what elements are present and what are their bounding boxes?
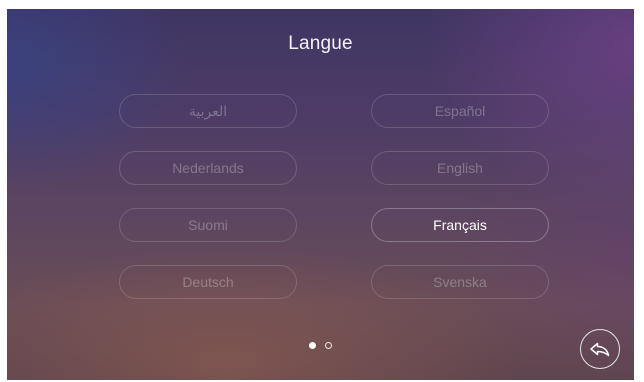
language-option-english[interactable]: English [371,151,549,185]
page-dot-2[interactable] [325,342,332,349]
language-option-arabic[interactable]: العربية [119,94,297,128]
device-frame: Langue العربية Español Nederlands Englis… [0,0,644,382]
page-dot-1[interactable] [309,342,316,349]
language-option-dutch[interactable]: Nederlands [119,151,297,185]
page-title: Langue [288,33,353,54]
language-option-finnish[interactable]: Suomi [119,208,297,242]
language-option-german[interactable]: Deutsch [119,265,297,299]
page-indicator [7,342,634,352]
language-option-swedish[interactable]: Svenska [371,265,549,299]
language-option-french[interactable]: Français [371,208,549,242]
back-button[interactable] [580,329,620,369]
language-screen: Langue العربية Español Nederlands Englis… [7,9,634,380]
language-option-spanish[interactable]: Español [371,94,549,128]
back-arrow-icon [590,342,610,357]
